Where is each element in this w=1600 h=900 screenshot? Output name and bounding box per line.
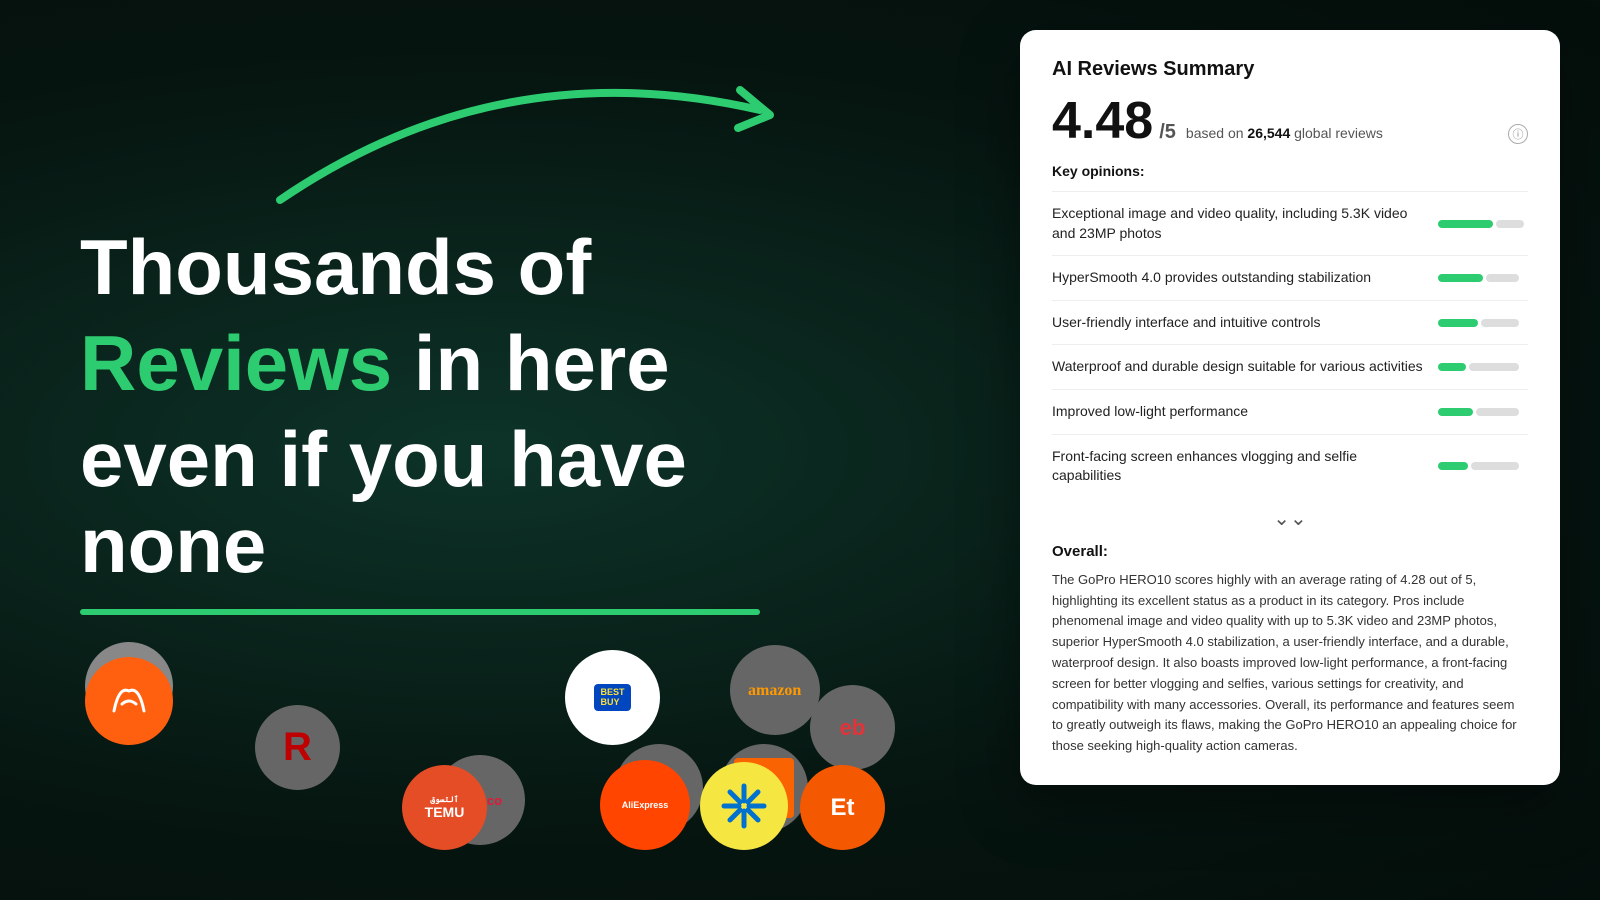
headline-reviews: Reviews (80, 319, 392, 407)
headline-line2: Reviews in here (80, 321, 740, 407)
opinion-item-4: Waterproof and durable design suitable f… (1052, 344, 1528, 389)
subline-text: even if you have none (80, 415, 687, 589)
opinion-text-1: Exceptional image and video quality, inc… (1052, 204, 1426, 243)
bar-gray-6 (1471, 462, 1519, 470)
logo-walmart (700, 762, 788, 850)
opinion-item-1: Exceptional image and video quality, inc… (1052, 191, 1528, 255)
bar-green-2 (1438, 274, 1483, 282)
opinion-item-6: Front-facing screen enhances vlogging an… (1052, 434, 1528, 498)
bar-green-6 (1438, 462, 1468, 470)
bar-gray-4 (1469, 363, 1519, 371)
bar-gray-5 (1476, 408, 1519, 416)
underline-bar (80, 609, 760, 615)
bar-green-3 (1438, 319, 1478, 327)
logo-etsy: Et (800, 765, 885, 850)
opinion-item-2: HyperSmooth 4.0 provides outstanding sta… (1052, 255, 1528, 300)
rating-meta: based on 26,544 global reviews (1186, 125, 1383, 141)
expand-icon[interactable]: ⌄⌄ (1052, 498, 1528, 539)
opinion-item-5: Improved low-light performance (1052, 389, 1528, 434)
logo-eb: eb (810, 685, 895, 770)
opinion-bar-3 (1438, 319, 1528, 327)
svg-text:amazon: amazon (748, 682, 801, 699)
rating-denom: /5 (1159, 121, 1176, 144)
logo-amazon: amazon (730, 645, 820, 735)
headline-text-1: Thousands of (80, 223, 591, 311)
info-icon[interactable]: ⓘ (1508, 124, 1528, 144)
rating-value: 4.48 (1052, 95, 1153, 147)
logo-rakuten: R (255, 705, 340, 790)
opinion-bar-6 (1438, 462, 1528, 470)
subline: even if you have none (80, 417, 740, 589)
logo-temu: ٱلتسوق TEMU (402, 765, 487, 850)
opinion-text-4: Waterproof and durable design suitable f… (1052, 357, 1426, 377)
overall-text: The GoPro HERO10 scores highly with an a… (1052, 570, 1528, 757)
opinion-text-5: Improved low-light performance (1052, 402, 1426, 422)
opinion-bar-2 (1438, 274, 1528, 282)
bar-gray-3 (1481, 319, 1519, 327)
overall-label: Overall: (1052, 543, 1528, 560)
opinion-bar-4 (1438, 363, 1528, 371)
bar-green-5 (1438, 408, 1473, 416)
rating-row: 4.48 /5 based on 26,544 global reviews ⓘ (1052, 95, 1528, 147)
logo-bestbuy: BESTBUY (565, 650, 660, 745)
opinion-bar-1 (1438, 220, 1528, 228)
key-opinions-label: Key opinions: (1052, 163, 1528, 179)
bar-gray-1 (1496, 220, 1524, 228)
opinion-item-3: User-friendly interface and intuitive co… (1052, 300, 1528, 345)
headline-line1: Thousands of (80, 225, 740, 311)
card-title: AI Reviews Summary (1052, 58, 1528, 81)
opinion-bar-5 (1438, 408, 1528, 416)
ai-reviews-card: AI Reviews Summary 4.48 /5 based on 26,5… (1020, 30, 1560, 785)
opinion-text-2: HyperSmooth 4.0 provides outstanding sta… (1052, 268, 1426, 288)
opinion-text-3: User-friendly interface and intuitive co… (1052, 313, 1426, 333)
bar-green-1 (1438, 220, 1493, 228)
logo-aliexpress2: AliExpress (600, 760, 690, 850)
logo-ali2 (85, 657, 173, 745)
opinion-text-6: Front-facing screen enhances vlogging an… (1052, 447, 1426, 486)
bar-gray-2 (1486, 274, 1519, 282)
logos-area: a R Costco BESTBUY TARGET THEHOMEDEPOT a… (0, 620, 840, 900)
bar-green-4 (1438, 363, 1466, 371)
headline-in-here: in here (392, 319, 669, 407)
